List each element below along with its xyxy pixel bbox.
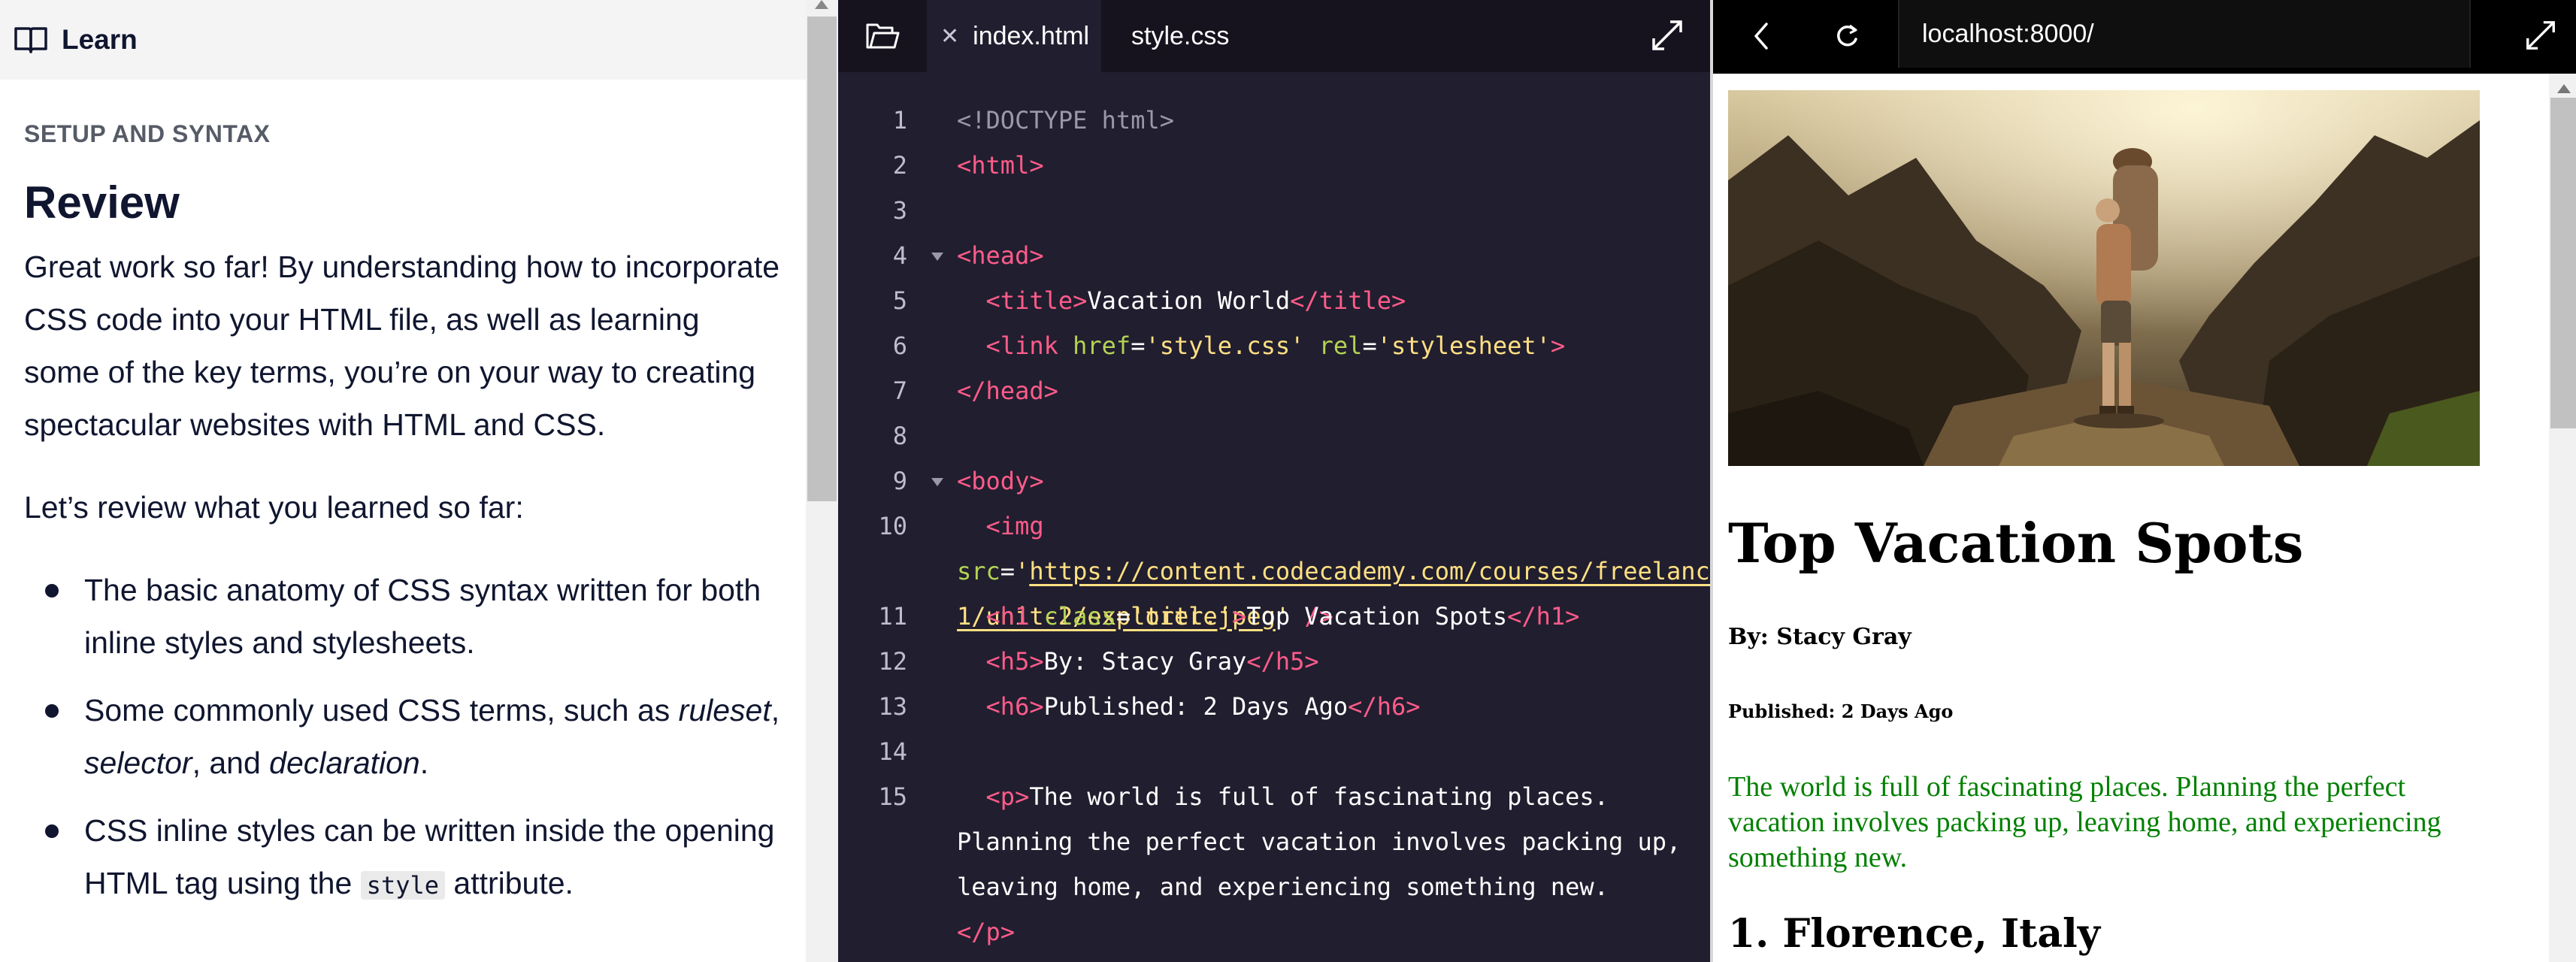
- line-number: 11: [878, 602, 907, 631]
- code-line: 12 <h5>By: Stacy Gray</h5>: [838, 639, 1710, 684]
- line-number: 6: [892, 331, 907, 360]
- fold-arrow-icon[interactable]: [931, 253, 943, 261]
- url-bar[interactable]: localhost:8000/: [1898, 0, 2471, 68]
- bullet-text: Some commonly used CSS terms, such as: [84, 693, 679, 728]
- line-number: 7: [892, 377, 907, 405]
- code-line: 11 <h1 class='title'>Top Vacation Spots<…: [838, 594, 1710, 639]
- code-line: 15 <p>The world is full of fascinating p…: [838, 774, 1710, 946]
- learn-scrollbar-thumb[interactable]: [807, 17, 837, 501]
- review-list: The basic anatomy of CSS syntax written …: [24, 564, 783, 912]
- section-heading: 1. Florence, Italy: [1728, 911, 2100, 957]
- line-number: 14: [878, 737, 907, 766]
- back-button[interactable]: [1740, 15, 1782, 57]
- code-line: 6 <link href='style.css' rel='stylesheet…: [838, 323, 1710, 368]
- lesson-title: Review: [24, 177, 180, 228]
- code-editor: ✕ index.html style.css 1 <!DOCTYPE html> …: [838, 0, 1710, 962]
- code-line: 3: [838, 188, 1710, 233]
- tab-label: style.css: [1131, 21, 1230, 50]
- code-line: 8: [838, 413, 1710, 458]
- learn-title: Learn: [62, 24, 138, 55]
- page-published: Published: 2 Days Ago: [1728, 700, 1954, 722]
- bullet-sep: , and: [192, 746, 270, 780]
- line-number: 8: [892, 422, 907, 450]
- list-item: Some commonly used CSS terms, such as ru…: [24, 684, 783, 789]
- code-line: 10 <img src='https://content.codecademy.…: [838, 504, 1710, 631]
- fold-arrow-icon[interactable]: [931, 478, 943, 486]
- line-number: 2: [892, 151, 907, 180]
- lesson-content: SETUP AND SYNTAX Review Great work so fa…: [24, 120, 783, 927]
- chevron-left-icon: [1754, 23, 1768, 50]
- file-browser-button[interactable]: [838, 0, 927, 72]
- book-icon: [14, 27, 47, 53]
- bullet-end: .: [419, 746, 429, 780]
- page-heading: Top Vacation Spots: [1728, 511, 2304, 575]
- line-number: 3: [892, 196, 907, 225]
- browser-toolbar: localhost:8000/: [1713, 0, 2576, 74]
- reload-button[interactable]: [1826, 15, 1868, 57]
- lesson-eyebrow: SETUP AND SYNTAX: [24, 120, 271, 147]
- term-ruleset: ruleset: [678, 693, 771, 728]
- line-number: 10: [878, 512, 907, 540]
- list-item: CSS inline styles can be written inside …: [24, 804, 783, 912]
- folder-icon: [866, 23, 900, 49]
- explorer-hero-image: [1728, 90, 2480, 466]
- code-line: 1 <!DOCTYPE html>: [838, 98, 1710, 143]
- code-line: 14: [838, 729, 1710, 774]
- editor-tab-bar: ✕ index.html style.css: [838, 0, 1710, 72]
- line-number: 9: [892, 467, 907, 495]
- browser-scrollbar-thumb[interactable]: [2550, 98, 2576, 428]
- learn-panel: Learn SETUP AND SYNTAX Review Great work…: [0, 0, 838, 962]
- bullet-text: The basic anatomy of CSS syntax written …: [84, 573, 761, 660]
- browser-preview: localhost:8000/ Top Vacation Spots By: S…: [1710, 0, 2576, 962]
- term-declaration: declaration: [269, 746, 420, 780]
- code-line: 2 <html>: [838, 143, 1710, 188]
- list-item: The basic anatomy of CSS syntax written …: [24, 564, 783, 669]
- code-area[interactable]: 1 <!DOCTYPE html> 2 <html> 3 4 <head> 5 <ti…: [838, 98, 1710, 946]
- reload-icon: [1837, 24, 1857, 47]
- line-number: 13: [878, 692, 907, 721]
- code-line: 5 <title>Vacation World</title>: [838, 278, 1710, 323]
- code-line: 9 <body>: [838, 458, 1710, 504]
- lesson-lead: Let’s review what you learned so far:: [24, 490, 524, 525]
- inline-code: style: [360, 871, 445, 900]
- editor-expand-button[interactable]: [1642, 11, 1692, 60]
- tab-label: index.html: [973, 21, 1090, 50]
- page-byline: By: Stacy Gray: [1728, 624, 1912, 650]
- line-number: 1: [892, 106, 907, 135]
- expand-icon: [2526, 21, 2555, 50]
- close-tab-icon[interactable]: ✕: [940, 23, 959, 50]
- line-number: 4: [892, 241, 907, 270]
- tab-index-html[interactable]: ✕ index.html: [927, 0, 1101, 72]
- lesson-intro: Great work so far! By understanding how …: [24, 250, 780, 442]
- scroll-up-arrow-icon[interactable]: [815, 0, 828, 9]
- code-line: 4 <head>: [838, 233, 1710, 278]
- term-selector: selector: [84, 746, 192, 780]
- bullet-text: attribute.: [445, 866, 574, 900]
- code-line: 13 <h6>Published: 2 Days Ago</h6>: [838, 684, 1710, 729]
- line-number: 15: [878, 782, 907, 811]
- expand-icon: [1652, 20, 1682, 50]
- line-number: 12: [878, 647, 907, 676]
- tab-style-css[interactable]: style.css: [1131, 0, 1229, 72]
- scroll-up-arrow-icon[interactable]: [2557, 84, 2571, 93]
- page-intro: The world is full of fascinating places.…: [1728, 771, 2441, 873]
- browser-expand-button[interactable]: [2517, 12, 2564, 59]
- line-number: 5: [892, 286, 907, 315]
- code-line: 7 </head>: [838, 368, 1710, 413]
- bullet-sep: ,: [770, 693, 780, 728]
- learn-header: Learn: [0, 0, 806, 80]
